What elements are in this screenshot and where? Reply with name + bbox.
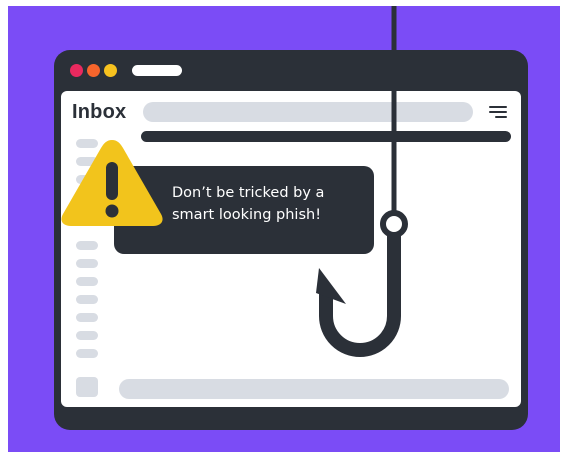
phishing-illustration: Inbox Don’t be tricked by a smart lookin… bbox=[8, 6, 560, 452]
menu-icon[interactable] bbox=[489, 106, 507, 118]
browser-tab-pill[interactable] bbox=[132, 65, 182, 76]
phish-warning-line-1: Don’t be tricked by a bbox=[172, 185, 325, 201]
sidebar-item[interactable] bbox=[76, 277, 98, 286]
browser-titlebar bbox=[54, 50, 528, 90]
sidebar-footer-item[interactable] bbox=[76, 377, 98, 397]
minimize-window-dot[interactable] bbox=[87, 64, 100, 77]
inbox-title: Inbox bbox=[72, 101, 127, 123]
selected-email-row[interactable] bbox=[141, 131, 511, 142]
email-preview-bar[interactable] bbox=[119, 379, 509, 399]
sidebar-item[interactable] bbox=[76, 241, 98, 250]
phish-warning-line-2: smart looking phish! bbox=[172, 207, 322, 223]
sidebar-item[interactable] bbox=[76, 349, 98, 358]
maximize-window-dot[interactable] bbox=[104, 64, 117, 77]
sidebar-item[interactable] bbox=[76, 259, 98, 268]
sidebar-item[interactable] bbox=[76, 313, 98, 322]
warning-triangle-icon bbox=[61, 140, 163, 226]
sidebar-item[interactable] bbox=[76, 331, 98, 340]
sidebar-item[interactable] bbox=[76, 295, 98, 304]
close-window-dot[interactable] bbox=[70, 64, 83, 77]
search-bar[interactable] bbox=[143, 102, 473, 122]
phish-warning-text: Don’t be tricked by a smart looking phis… bbox=[172, 182, 372, 226]
